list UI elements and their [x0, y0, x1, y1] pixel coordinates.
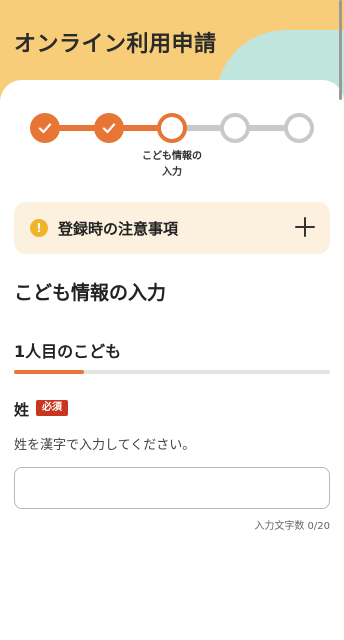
tab-active-indicator: [14, 370, 84, 374]
char-counter: 入力文字数 0/20: [254, 521, 330, 532]
field-label: 姓: [14, 401, 30, 419]
tab-child-1[interactable]: 1人目のこども: [14, 338, 121, 362]
notice-label: 登録時の注意事項: [58, 219, 179, 238]
current-step-label: こども情報の 入力: [142, 151, 202, 178]
progress-stepper: こども情報の 入力: [0, 113, 344, 183]
surname-input[interactable]: [14, 467, 330, 509]
section-title: こども情報の入力: [14, 282, 167, 304]
required-badge: 必須: [36, 400, 68, 416]
step-2: [94, 113, 124, 143]
scrollbar[interactable]: [339, 0, 342, 100]
step-1: [30, 113, 60, 143]
notice-accordion[interactable]: ! 登録時の注意事項: [14, 202, 330, 254]
page-title: オンライン利用申請: [14, 32, 217, 57]
step-3-current: [157, 113, 187, 143]
plus-icon[interactable]: [294, 216, 316, 238]
warning-icon: !: [30, 219, 48, 237]
field-hint: 姓を漢字で入力してください。: [14, 438, 196, 453]
check-icon: [38, 123, 52, 134]
step-5: [284, 113, 314, 143]
check-icon: [102, 123, 116, 134]
step-4: [220, 113, 250, 143]
